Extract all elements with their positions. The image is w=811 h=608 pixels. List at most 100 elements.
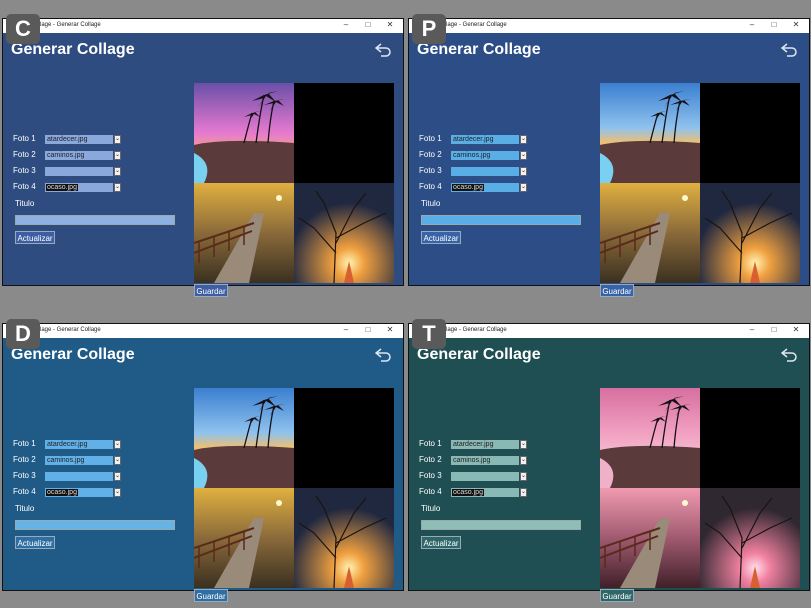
title-input[interactable] [421, 215, 581, 225]
variant-badge: P [412, 14, 446, 44]
update-button[interactable]: Actualizar [15, 231, 55, 244]
foto-2-select[interactable]: caminos.jpg [45, 456, 113, 465]
chevron-down-icon[interactable]: ⌄ [520, 167, 527, 176]
foto-2-label: Foto 2 [419, 150, 442, 159]
foto-4-select[interactable]: ocaso.jpg [45, 488, 113, 497]
chevron-down-icon[interactable]: ⌄ [114, 456, 121, 465]
window-title: Collage - Generar Collage [437, 327, 507, 333]
chevron-down-icon[interactable]: ⌄ [520, 456, 527, 465]
close-button[interactable]: ✕ [385, 20, 395, 29]
save-button[interactable]: Guardar [194, 589, 228, 602]
foto-4-select[interactable]: ocaso.jpg [451, 488, 519, 497]
chevron-down-icon[interactable]: ⌄ [520, 151, 527, 160]
collage-photo-2 [600, 488, 700, 588]
foto-2-label: Foto 2 [419, 455, 442, 464]
minimize-button[interactable]: – [747, 20, 757, 29]
foto-1-select[interactable]: atardecer.jpg [451, 440, 519, 449]
update-button[interactable]: Actualizar [15, 536, 55, 549]
foto-1-value: atardecer.jpg [47, 136, 88, 143]
title-input[interactable] [15, 520, 175, 530]
foto-1-label: Foto 1 [419, 134, 442, 143]
minimize-button[interactable]: – [341, 20, 351, 29]
chevron-down-icon[interactable]: ⌄ [114, 135, 121, 144]
app-window: Collage - Generar Collage – □ ✕ Generar … [2, 18, 404, 297]
collage-app-panel: Collage - Generar Collage – □ ✕ Generar … [408, 319, 810, 602]
foto-3-label: Foto 3 [13, 166, 36, 175]
foto-1-select[interactable]: atardecer.jpg [451, 135, 519, 144]
save-button[interactable]: Guardar [600, 284, 634, 297]
foto-4-select[interactable]: ocaso.jpg [45, 183, 113, 192]
foto-3-select[interactable] [451, 167, 519, 176]
foto-1-label: Foto 1 [419, 439, 442, 448]
foto-3-label: Foto 3 [13, 471, 36, 480]
foto-2-value: caminos.jpg [47, 457, 85, 464]
maximize-button[interactable]: □ [363, 20, 373, 29]
foto-4-value: ocaso.jpg [46, 184, 78, 191]
foto-1-label: Foto 1 [13, 134, 36, 143]
foto-4-select[interactable]: ocaso.jpg [451, 183, 519, 192]
minimize-button[interactable]: – [341, 325, 351, 334]
window-titlebar: Collage - Generar Collage – □ ✕ [409, 19, 809, 33]
maximize-button[interactable]: □ [363, 325, 373, 334]
foto-3-value [452, 168, 454, 175]
close-button[interactable]: ✕ [791, 20, 801, 29]
collage-photo-4 [294, 488, 394, 588]
foto-2-select[interactable]: caminos.jpg [451, 456, 519, 465]
title-input[interactable] [421, 520, 581, 530]
foto-2-value: caminos.jpg [47, 152, 85, 159]
chevron-down-icon[interactable]: ⌄ [114, 151, 121, 160]
chevron-down-icon[interactable]: ⌄ [520, 472, 527, 481]
chevron-down-icon[interactable]: ⌄ [114, 488, 121, 497]
save-button[interactable]: Guardar [194, 284, 228, 297]
undo-arrow-icon[interactable] [781, 348, 797, 362]
collage-app-panel: Collage - Generar Collage – □ ✕ Generar … [408, 14, 810, 297]
foto-3-select[interactable] [45, 472, 113, 481]
chevron-down-icon[interactable]: ⌄ [520, 183, 527, 192]
collage-photo-empty [700, 388, 800, 488]
foto-3-select[interactable] [451, 472, 519, 481]
collage-preview [194, 83, 395, 283]
foto-1-value: atardecer.jpg [47, 441, 88, 448]
close-button[interactable]: ✕ [791, 325, 801, 334]
maximize-button[interactable]: □ [769, 325, 779, 334]
collage-preview [194, 388, 395, 588]
update-button[interactable]: Actualizar [421, 231, 461, 244]
app-window: Collage - Generar Collage – □ ✕ Generar … [408, 323, 810, 602]
collage-photo-empty [294, 388, 394, 488]
undo-arrow-icon[interactable] [375, 348, 391, 362]
foto-3-value [46, 168, 48, 175]
chevron-down-icon[interactable]: ⌄ [114, 440, 121, 449]
foto-1-value: atardecer.jpg [453, 441, 494, 448]
minimize-button[interactable]: – [747, 325, 757, 334]
undo-arrow-icon[interactable] [781, 43, 797, 57]
foto-3-select[interactable] [45, 167, 113, 176]
collage-preview [600, 83, 801, 283]
app-content: Generar Collage Foto 1 atardecer.jpg ⌄ F… [3, 33, 403, 297]
chevron-down-icon[interactable]: ⌄ [520, 488, 527, 497]
foto-2-value: caminos.jpg [453, 457, 491, 464]
collage-photo-2 [194, 183, 294, 283]
foto-4-label: Foto 4 [419, 487, 442, 496]
chevron-down-icon[interactable]: ⌄ [114, 167, 121, 176]
foto-1-select[interactable]: atardecer.jpg [45, 135, 113, 144]
maximize-button[interactable]: □ [769, 20, 779, 29]
chevron-down-icon[interactable]: ⌄ [520, 135, 527, 144]
window-title: Collage - Generar Collage [31, 22, 101, 28]
update-button[interactable]: Actualizar [421, 536, 461, 549]
title-label: Titulo [421, 199, 441, 208]
chevron-down-icon[interactable]: ⌄ [520, 440, 527, 449]
foto-2-select[interactable]: caminos.jpg [451, 151, 519, 160]
variant-badge: C [6, 14, 40, 44]
chevron-down-icon[interactable]: ⌄ [114, 183, 121, 192]
chevron-down-icon[interactable]: ⌄ [114, 472, 121, 481]
undo-arrow-icon[interactable] [375, 43, 391, 57]
foto-3-value [452, 473, 454, 480]
window-title: Collage - Generar Collage [31, 327, 101, 333]
window-title: Collage - Generar Collage [437, 22, 507, 28]
foto-4-label: Foto 4 [13, 487, 36, 496]
foto-1-select[interactable]: atardecer.jpg [45, 440, 113, 449]
close-button[interactable]: ✕ [385, 325, 395, 334]
save-button[interactable]: Guardar [600, 589, 634, 602]
title-input[interactable] [15, 215, 175, 225]
foto-2-select[interactable]: caminos.jpg [45, 151, 113, 160]
